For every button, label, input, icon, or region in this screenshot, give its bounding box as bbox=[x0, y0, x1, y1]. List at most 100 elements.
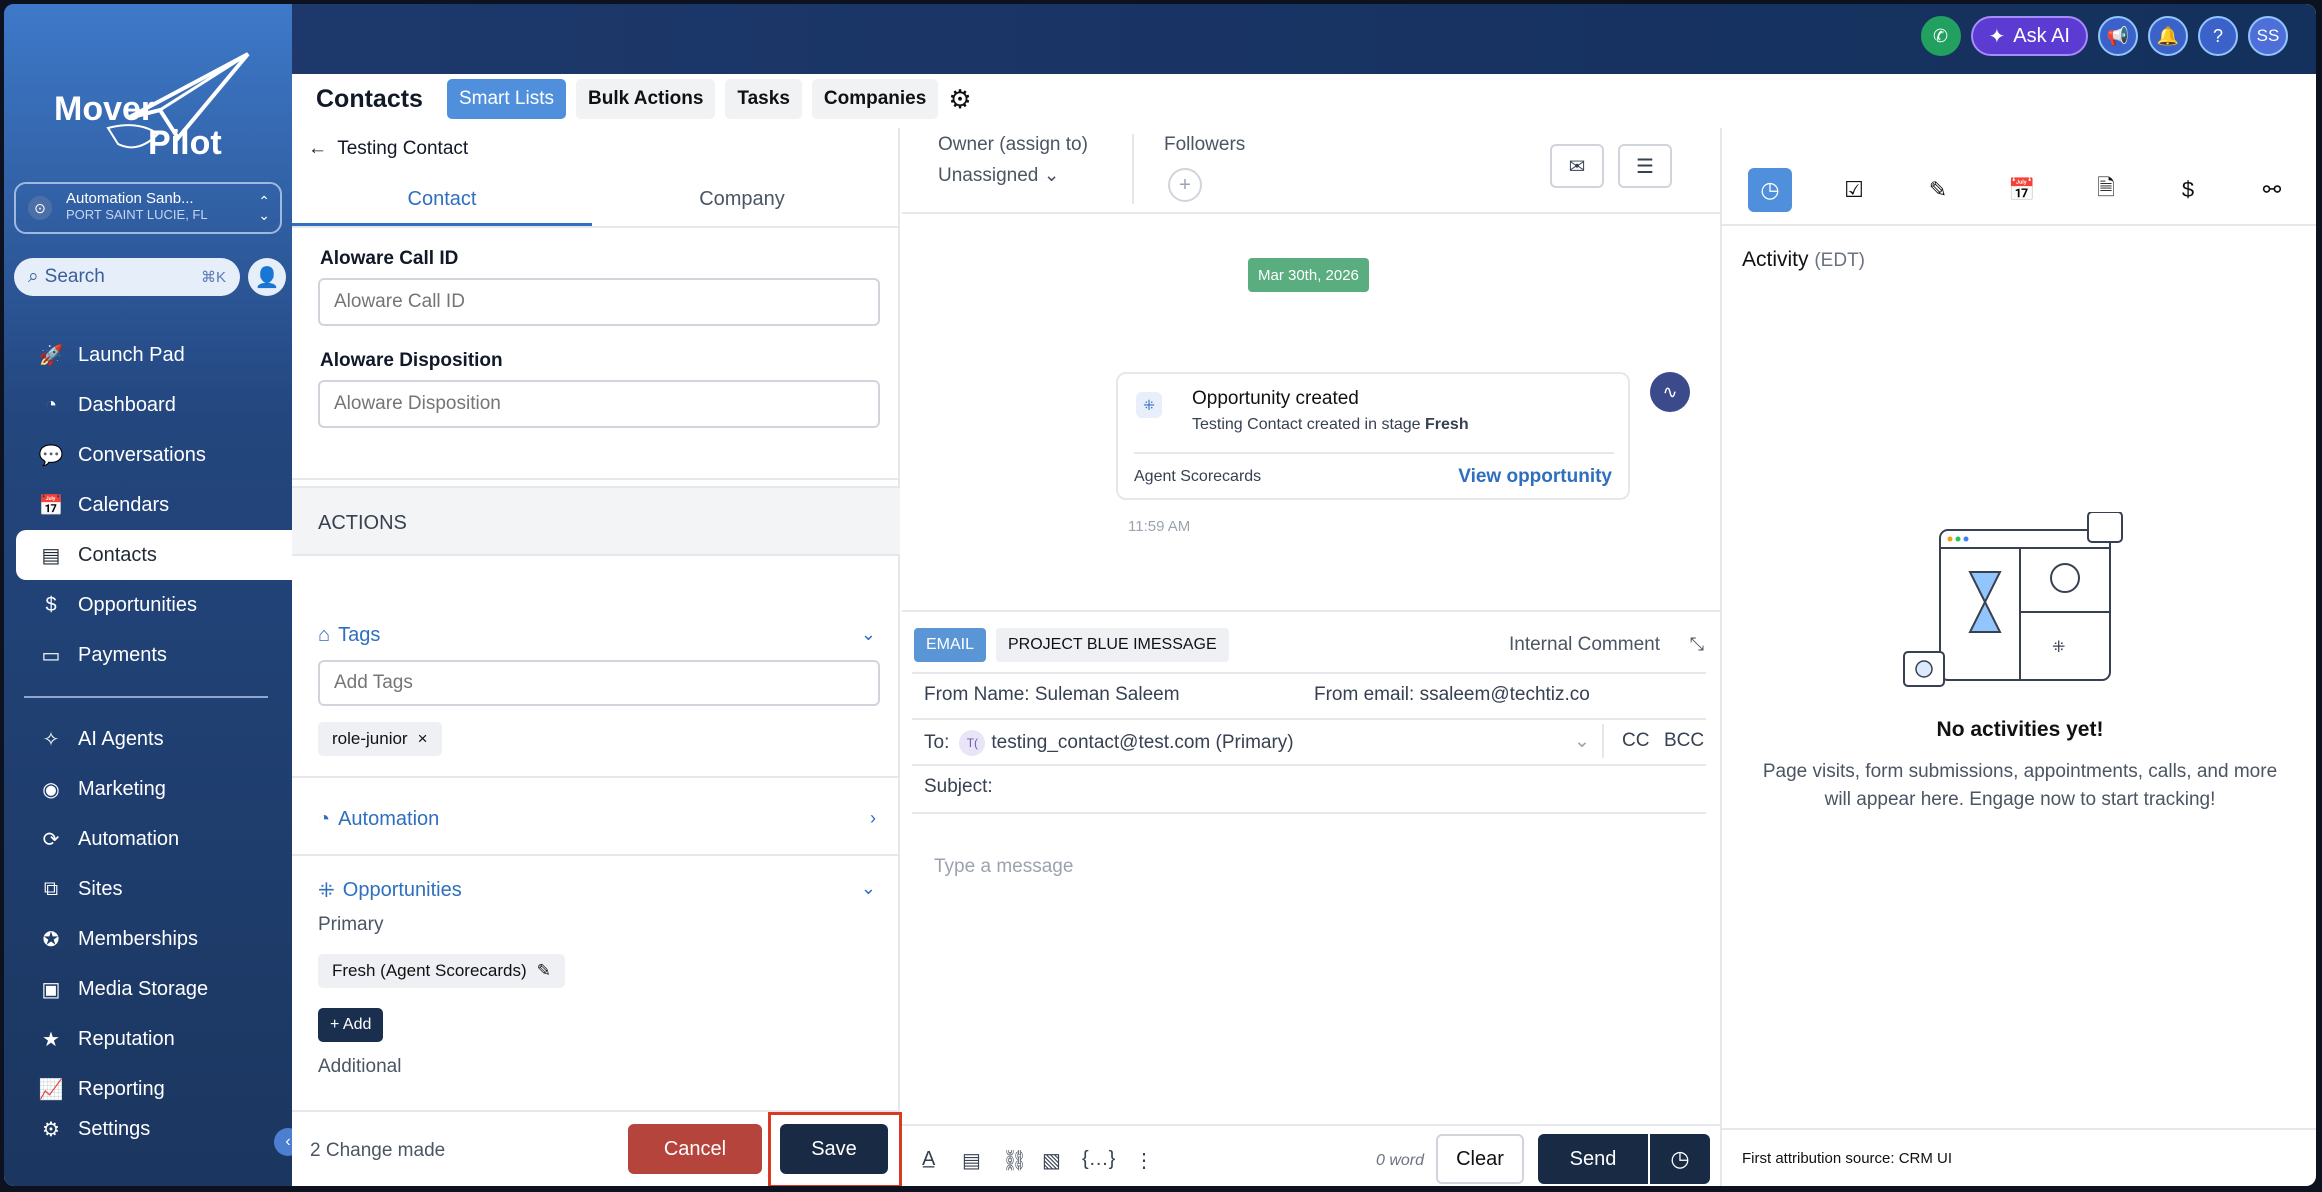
sidebar-item-ai-agents[interactable]: ✧ AI Agents bbox=[4, 714, 292, 764]
document-icon[interactable]: 🗎 bbox=[2084, 168, 2128, 212]
tab-tasks[interactable]: Tasks bbox=[725, 79, 802, 119]
ask-ai-button[interactable]: ✦ Ask AI bbox=[1970, 16, 2088, 56]
sites-icon: ⧉ bbox=[43, 877, 59, 900]
filter-icon[interactable]: ☰ bbox=[1618, 144, 1672, 188]
opportunities-section-title[interactable]: ⁜ Opportunities bbox=[318, 878, 462, 903]
sidebar-item-reporting[interactable]: 📈 Reporting bbox=[4, 1064, 292, 1114]
tab-project-blue-imessage[interactable]: PROJECT BLUE IMESSAGE bbox=[996, 628, 1229, 662]
sidebar-item-conversations[interactable]: 💬 Conversations bbox=[4, 430, 292, 480]
internal-comment-toggle[interactable]: Internal Comment bbox=[1509, 634, 1660, 656]
sidebar-item-media-storage[interactable]: ▣ Media Storage bbox=[4, 964, 292, 1014]
automation-title-text: Automation bbox=[338, 808, 440, 830]
from-name-value[interactable]: Suleman Saleem bbox=[1035, 684, 1180, 705]
settings-icon: ⚙ bbox=[42, 1118, 60, 1141]
chevron-down-icon[interactable]: ⌄ bbox=[1574, 730, 1590, 753]
appointment-icon[interactable]: 📅 bbox=[2000, 168, 2044, 212]
send-button[interactable]: Send bbox=[1538, 1134, 1648, 1184]
text-format-icon[interactable]: A̲ bbox=[922, 1148, 935, 1171]
sidebar-item-settings[interactable]: ⚙ Settings bbox=[4, 1114, 292, 1144]
sidebar-item-opportunities[interactable]: $ Opportunities bbox=[4, 580, 292, 630]
breadcrumb[interactable]: ← Testing Contact bbox=[308, 138, 468, 160]
tab-bulk-actions[interactable]: Bulk Actions bbox=[576, 79, 716, 119]
opportunity-chip[interactable]: Fresh (Agent Scorecards) ✎ bbox=[318, 954, 565, 988]
link-icon[interactable]: ⛓ bbox=[1002, 1148, 1027, 1173]
tab-smart-lists[interactable]: Smart Lists bbox=[446, 79, 566, 119]
chevron-down-icon[interactable]: ⌄ bbox=[861, 878, 876, 899]
sidebar-item-sites[interactable]: ⧉ Sites bbox=[4, 864, 292, 914]
close-icon[interactable]: × bbox=[418, 729, 428, 749]
tab-companies[interactable]: Companies bbox=[811, 79, 939, 119]
clear-button[interactable]: Clear bbox=[1436, 1134, 1524, 1184]
recipient-avatar: T( bbox=[959, 730, 986, 756]
more-options-icon[interactable]: ⋮ bbox=[1134, 1148, 1154, 1173]
sidebar-item-reputation[interactable]: ★ Reputation bbox=[4, 1014, 292, 1064]
sidebar-item-contacts[interactable]: ▤ Contacts bbox=[16, 530, 292, 580]
location-switcher[interactable]: ⊙ Automation Sanb... PORT SAINT LUCIE, F… bbox=[14, 182, 282, 234]
to-row[interactable]: To: T( testing_contact@test.com (Primary… bbox=[924, 730, 1294, 756]
custom-values-icon[interactable]: {…} bbox=[1082, 1148, 1115, 1171]
cancel-button[interactable]: Cancel bbox=[628, 1124, 762, 1174]
phone-icon[interactable]: ✆ bbox=[1920, 16, 1961, 56]
divider bbox=[1134, 452, 1614, 454]
chevron-updown-icon: ⌃ ⌄ bbox=[258, 193, 270, 223]
megaphone-icon[interactable]: 📢 bbox=[2098, 16, 2138, 56]
sidebar-item-launch-pad[interactable]: 🚀 Launch Pad bbox=[4, 330, 292, 380]
schedule-icon[interactable]: ◷ bbox=[1650, 1134, 1710, 1184]
automation-section-title[interactable]: ◔ Automation bbox=[318, 808, 439, 831]
add-opportunity-button[interactable]: + Add bbox=[318, 1008, 384, 1042]
image-icon[interactable]: ▧ bbox=[1042, 1148, 1061, 1173]
sidebar-item-calendars[interactable]: 📅 Calendars bbox=[4, 480, 292, 530]
detail-footer: 2 Change made Cancel Save bbox=[292, 1110, 902, 1186]
clock-icon[interactable]: ◷ bbox=[1748, 168, 1792, 212]
sidebar-search[interactable]: ⌕ Search ⌘K bbox=[14, 258, 240, 296]
calendar-icon: 📅 bbox=[38, 494, 64, 517]
back-arrow-icon[interactable]: ← bbox=[308, 138, 327, 159]
gear-icon[interactable]: ⚙ bbox=[948, 84, 971, 115]
bell-icon[interactable]: 🔔 bbox=[2148, 16, 2188, 56]
add-follower-button[interactable]: + bbox=[1168, 168, 1202, 202]
save-button[interactable]: Save bbox=[780, 1124, 888, 1174]
workflow-icon[interactable]: ⚯ bbox=[2250, 168, 2294, 212]
expand-icon[interactable]: ⤡ bbox=[1690, 634, 1704, 655]
activity-tabs: ◷ ☑ ✎ 📅 🗎 $ ⚯ bbox=[1748, 168, 2308, 218]
message-input[interactable]: Type a message bbox=[934, 856, 1073, 878]
tab-company[interactable]: Company bbox=[592, 174, 892, 226]
aloware-disposition-input[interactable] bbox=[318, 380, 880, 428]
subject-label[interactable]: Subject: bbox=[924, 776, 993, 798]
bcc-button[interactable]: BCC bbox=[1664, 730, 1704, 752]
sidebar-item-automation[interactable]: ⟳ Automation bbox=[4, 814, 292, 864]
view-opportunity-link[interactable]: View opportunity bbox=[1458, 466, 1612, 488]
dollar-icon[interactable]: $ bbox=[2166, 168, 2210, 212]
sidebar-item-payments[interactable]: ▭ Payments bbox=[4, 630, 292, 680]
user-avatar[interactable]: SS bbox=[2248, 16, 2288, 56]
help-button[interactable]: ? bbox=[2198, 16, 2238, 56]
document-icon[interactable]: ▤ bbox=[962, 1148, 981, 1173]
from-email-value[interactable]: ssaleem@techtiz.co bbox=[1420, 684, 1590, 705]
cc-button[interactable]: CC bbox=[1622, 730, 1649, 752]
detail-subtabs: Contact Company bbox=[292, 174, 900, 228]
owner-select[interactable]: Unassigned ⌄ bbox=[938, 164, 1060, 187]
from-email-row: From email: ssaleem@techtiz.co bbox=[1314, 684, 1590, 706]
mail-icon[interactable]: ✉ bbox=[1550, 144, 1604, 188]
sidebar-item-dashboard[interactable]: ◔ Dashboard bbox=[4, 380, 292, 430]
task-icon[interactable]: ☑ bbox=[1832, 168, 1876, 212]
chevron-down-icon[interactable]: ⌄ bbox=[861, 624, 876, 645]
edit-icon[interactable]: ✎ bbox=[537, 961, 551, 981]
add-tags-input[interactable] bbox=[318, 660, 880, 706]
sidebar-item-memberships[interactable]: ✪ Memberships bbox=[4, 914, 292, 964]
sidebar-item-label: Opportunities bbox=[78, 593, 197, 616]
tag-chip-label: role-junior bbox=[332, 729, 408, 748]
opportunities-icon: $ bbox=[45, 593, 57, 616]
user-icon[interactable]: 👤 bbox=[248, 258, 286, 296]
chevron-right-icon[interactable]: › bbox=[870, 808, 876, 829]
sidebar-item-marketing[interactable]: ◉ Marketing bbox=[4, 764, 292, 814]
opportunity-card: ⁜ Opportunity created Testing Contact cr… bbox=[1116, 372, 1630, 500]
tab-email[interactable]: EMAIL bbox=[914, 628, 987, 662]
activity-title-text: Activity bbox=[1742, 248, 1809, 271]
note-icon[interactable]: ✎ bbox=[1916, 168, 1960, 212]
tab-contact[interactable]: Contact bbox=[292, 174, 592, 226]
divider bbox=[1132, 134, 1134, 204]
tags-section-title[interactable]: ⌂ Tags bbox=[318, 624, 380, 647]
aloware-call-id-input[interactable] bbox=[318, 278, 880, 326]
sidebar-nav: 🚀 Launch Pad ◔ Dashboard 💬 Conversations 📅 C… bbox=[4, 330, 292, 1144]
